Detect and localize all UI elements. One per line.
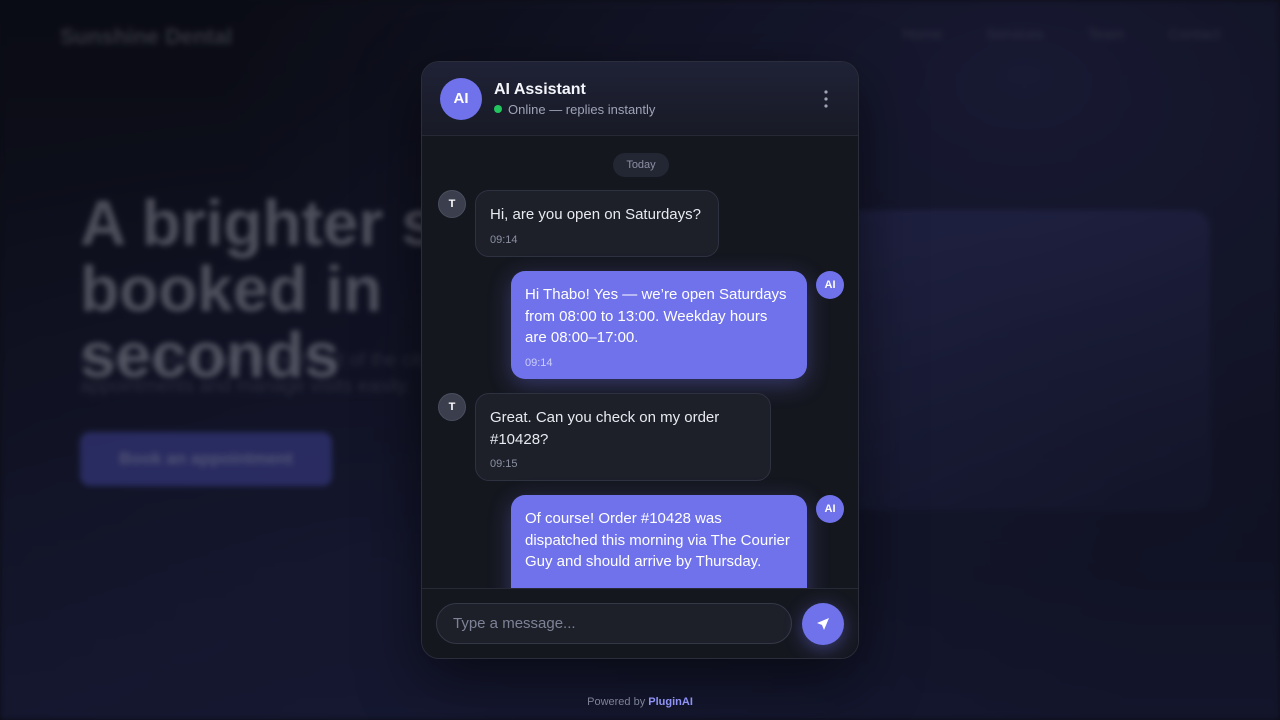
message-bubble-assistant: Hi Thabo! Yes — we’re open Saturdays fro… bbox=[511, 271, 807, 379]
send-icon bbox=[817, 617, 830, 630]
powered-by: Powered by PluginAI bbox=[0, 696, 1280, 708]
message-composer bbox=[422, 588, 858, 658]
date-divider: Today bbox=[613, 153, 669, 177]
user-avatar: T bbox=[438, 393, 466, 421]
powered-by-prefix: Powered by bbox=[587, 696, 646, 708]
chat-status-text: Online — replies instantly bbox=[508, 101, 656, 117]
message-time: 09:14 bbox=[525, 356, 553, 369]
message-list[interactable]: Today T Hi, are you open on Saturdays? 0… bbox=[422, 136, 858, 588]
send-button[interactable] bbox=[802, 602, 844, 645]
chat-status: Online — replies instantly bbox=[494, 102, 655, 117]
message-text: Hi, are you open on Saturdays? bbox=[490, 206, 701, 223]
message-bubble-user: Hi, are you open on Saturdays? 09:14 bbox=[475, 190, 719, 257]
message-time: 09:14 bbox=[490, 233, 518, 246]
message-text: Of course! Order #10428 was dispatched t… bbox=[525, 510, 790, 570]
user-avatar: T bbox=[438, 190, 466, 218]
chat-header: AI AI Assistant Online — replies instant… bbox=[422, 62, 858, 136]
assistant-avatar: AI bbox=[440, 77, 482, 120]
powered-by-brand-link[interactable]: PluginAI bbox=[648, 696, 693, 708]
message-bubble-user: Great. Can you check on my order #10428?… bbox=[475, 393, 771, 481]
message-text: Great. Can you check on my order #10428? bbox=[490, 409, 720, 448]
online-indicator-icon bbox=[494, 105, 502, 113]
message-bubble-assistant: Of course! Order #10428 was dispatched t… bbox=[511, 495, 807, 588]
message-text: Hi Thabo! Yes — we’re open Saturdays fro… bbox=[525, 286, 787, 346]
assistant-avatar-small: AI bbox=[816, 271, 844, 299]
chat-title: AI Assistant bbox=[494, 80, 586, 98]
assistant-avatar-small: AI bbox=[816, 495, 844, 523]
more-vertical-icon[interactable] bbox=[816, 86, 836, 112]
message-time: 09:15 bbox=[490, 458, 518, 470]
chat-widget: AI AI Assistant Online — replies instant… bbox=[421, 61, 859, 659]
message-input[interactable] bbox=[436, 603, 793, 644]
